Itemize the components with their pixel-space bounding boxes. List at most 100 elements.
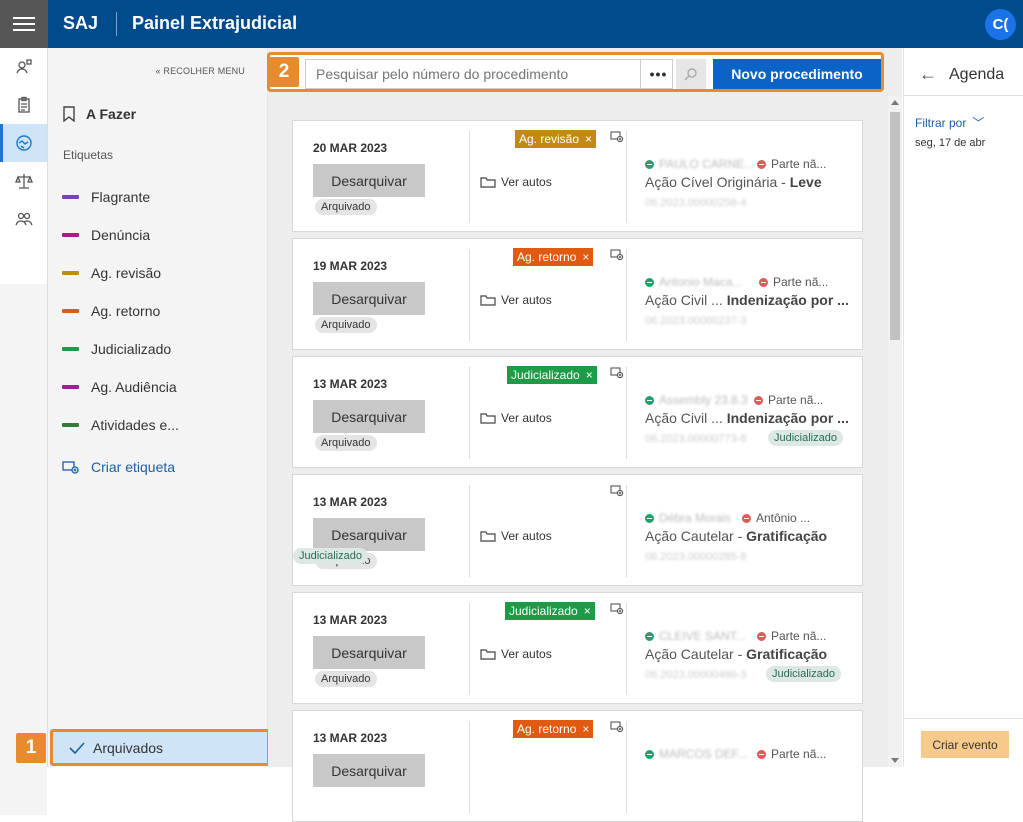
label-text: Denúncia xyxy=(91,227,151,243)
unarchive-button[interactable]: Desarquivar xyxy=(313,400,425,433)
procedure-number: 06.2023.00000237-3 xyxy=(645,315,747,327)
scroll-down-arrow-icon[interactable] xyxy=(891,758,899,763)
rail-people-search-icon[interactable] xyxy=(0,48,47,86)
unarchive-button[interactable]: Desarquivar xyxy=(313,636,425,669)
party-2: Antônio ... xyxy=(742,511,810,525)
collapse-menu-label: RECOLHER MENU xyxy=(163,66,245,76)
minus-circle-icon xyxy=(757,631,766,641)
action-type: Ação Cautelar - Gratificação xyxy=(645,528,827,544)
view-records-link[interactable]: Ver autos xyxy=(480,293,552,307)
brand-logo[interactable]: SAJ xyxy=(63,13,98,34)
create-label-link[interactable]: Criar etiqueta xyxy=(62,459,175,475)
agenda-footer: Criar evento xyxy=(904,718,1023,767)
party-2-name: Parte nã... xyxy=(768,393,824,407)
card-divider xyxy=(626,603,627,695)
view-records-link[interactable]: Ver autos xyxy=(480,175,552,189)
procedure-card[interactable]: 19 MAR 2023 Desarquivar Arquivado Ver autos… xyxy=(292,238,863,350)
archived-label: Arquivados xyxy=(93,739,164,756)
card-date: 19 MAR 2023 xyxy=(313,259,388,273)
view-records-label: Ver autos xyxy=(501,411,552,425)
rail-clipboard-icon[interactable] xyxy=(0,86,47,124)
add-tag-icon[interactable] xyxy=(610,721,624,733)
create-event-button[interactable]: Criar evento xyxy=(921,731,1009,758)
sidebar-item-todo[interactable]: A Fazer xyxy=(62,106,136,122)
action-text: Ação Cautelar - xyxy=(645,528,747,544)
remove-tag-icon[interactable]: × xyxy=(582,722,589,736)
new-procedure-button[interactable]: Novo procedimento xyxy=(713,59,881,89)
tag-add-icon xyxy=(62,461,79,474)
add-tag-icon[interactable] xyxy=(610,603,624,615)
unarchive-button[interactable]: Desarquivar xyxy=(313,282,425,315)
card-label-tag[interactable]: Ag. retorno × xyxy=(513,720,594,738)
hamburger-menu-icon[interactable] xyxy=(0,0,48,48)
procedure-card[interactable]: 20 MAR 2023 Desarquivar Arquivado Ver autos… xyxy=(292,120,863,232)
user-avatar[interactable]: C( xyxy=(985,9,1016,40)
sidebar: « RECOLHER MENU A Fazer Etiquetas Flagra… xyxy=(48,48,268,767)
sidebar-label-ag-retorno[interactable]: Ag. retorno xyxy=(62,303,160,319)
add-tag-icon[interactable] xyxy=(610,485,624,497)
card-label-tag[interactable]: Judicializado × xyxy=(505,602,595,620)
sidebar-label-judicializado[interactable]: Judicializado xyxy=(62,341,171,357)
plus-circle-icon xyxy=(645,159,654,169)
rail-group-icon[interactable] xyxy=(0,200,47,238)
card-divider xyxy=(469,485,470,577)
search-toolbar: ••• Novo procedimento xyxy=(267,52,884,92)
add-tag-icon[interactable] xyxy=(610,367,624,379)
sidebar-label-denuncia[interactable]: Denúncia xyxy=(62,227,150,243)
chevron-down-icon: ﹀ xyxy=(972,116,985,130)
content-scrollbar[interactable] xyxy=(888,96,902,767)
back-arrow-icon[interactable]: ← xyxy=(919,64,937,85)
minus-circle-icon xyxy=(757,159,766,169)
remove-tag-icon[interactable]: × xyxy=(586,368,593,382)
view-records-link[interactable]: Ver autos xyxy=(480,529,552,543)
card-label-tag[interactable]: Ag. revisão × xyxy=(515,130,597,148)
procedure-card[interactable]: 13 MAR 2023DesarquivarArquivadoVer autos… xyxy=(292,356,863,468)
unarchive-button[interactable]: Desarquivar xyxy=(313,754,425,787)
procedure-card[interactable]: 13 MAR 2023DesarquivarArquivadoVer autos… xyxy=(292,474,863,586)
party-1-name: CLEIVE SANT... xyxy=(659,629,746,643)
label-color-bar xyxy=(62,233,79,237)
remove-tag-icon[interactable]: × xyxy=(582,250,589,264)
party-2-name: Antônio ... xyxy=(756,511,811,525)
unarchive-button[interactable]: Desarquivar xyxy=(313,164,425,197)
more-options-button[interactable]: ••• xyxy=(640,59,676,89)
action-text: Ação Cautelar - xyxy=(645,646,747,662)
archived-status-badge: Arquivado xyxy=(315,671,377,687)
sidebar-item-archived[interactable]: Arquivados xyxy=(50,729,270,766)
card-label-tag[interactable]: Judicializado × xyxy=(507,366,597,384)
scroll-up-arrow-icon[interactable] xyxy=(891,100,899,105)
agenda-title: Agenda xyxy=(949,65,1005,83)
sidebar-label-ag-revisao[interactable]: Ag. revisão xyxy=(62,265,161,281)
scroll-thumb[interactable] xyxy=(890,112,900,340)
add-tag-icon[interactable] xyxy=(610,131,624,143)
procedure-number: 06.2023.00000285-8 xyxy=(645,551,747,563)
folder-icon xyxy=(480,413,496,424)
card-label-tag[interactable]: Ag. retorno × xyxy=(513,248,594,266)
rail-handshake-icon[interactable] xyxy=(0,124,47,162)
sidebar-label-ag-audiencia[interactable]: Ag. Audiência xyxy=(62,379,177,395)
unarchive-button[interactable]: Desarquivar xyxy=(313,518,425,551)
view-records-link[interactable]: Ver autos xyxy=(480,647,552,661)
filter-dropdown[interactable]: Filtrar por ﹀ xyxy=(915,114,984,131)
remove-tag-icon[interactable]: × xyxy=(584,604,591,618)
sidebar-label-flagrante[interactable]: Flagrante xyxy=(62,189,150,205)
procedure-card[interactable]: 13 MAR 2023 Desarquivar Ag. retorno × MARCOS… xyxy=(292,710,863,822)
party-1: MARCOS DEF... xyxy=(645,747,748,761)
collapse-menu-button[interactable]: « RECOLHER MENU xyxy=(155,66,245,76)
search-input[interactable] xyxy=(305,59,673,89)
view-records-link[interactable]: Ver autos xyxy=(480,411,552,425)
action-subject: Gratificação xyxy=(746,646,828,662)
card-divider xyxy=(626,249,627,341)
view-records-label: Ver autos xyxy=(501,175,552,189)
procedure-card[interactable]: 13 MAR 2023DesarquivarArquivadoVer autos… xyxy=(292,592,863,704)
action-subject: Leve xyxy=(789,174,822,190)
add-tag-icon[interactable] xyxy=(610,249,624,261)
search-button[interactable] xyxy=(676,59,706,89)
sidebar-label-atividades[interactable]: Atividades e... xyxy=(62,417,179,433)
app-title: Painel Extrajudicial xyxy=(132,13,298,33)
rail-scales-icon[interactable] xyxy=(0,162,47,200)
minus-circle-icon xyxy=(754,395,763,405)
remove-tag-icon[interactable]: × xyxy=(585,132,592,146)
callout-badge-2: 2 xyxy=(269,57,299,87)
label-text: Ag. Audiência xyxy=(91,379,177,395)
